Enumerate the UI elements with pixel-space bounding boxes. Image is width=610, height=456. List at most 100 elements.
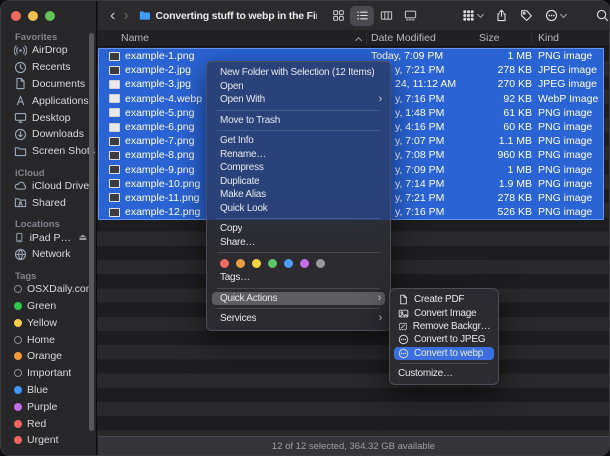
menu-item-quick-actions[interactable]: Quick Actions›: [212, 292, 385, 306]
sidebar-item-network[interactable]: Network: [1, 246, 96, 263]
file-name: example-7.png: [125, 135, 194, 147]
file-kind: PNG image: [532, 192, 592, 204]
minimize-button[interactable]: [28, 11, 38, 21]
menu-item-rename[interactable]: Rename…: [207, 148, 390, 162]
file-kind: JPEG image: [532, 78, 597, 90]
submenu-item-customize[interactable]: Customize…: [390, 367, 498, 380]
sidebar-item-green[interactable]: Green: [1, 298, 96, 315]
menu-item-services[interactable]: Services›: [207, 312, 390, 326]
tag-color-dot[interactable]: [268, 259, 277, 268]
sidebar-scrollbar[interactable]: [89, 33, 94, 431]
back-button[interactable]: ‹: [106, 8, 119, 24]
search-button[interactable]: [596, 9, 609, 22]
file-kind: PNG image: [532, 107, 592, 119]
sidebar-item-ipad-pro-11[interactable]: iPad Pro 11⏏: [1, 229, 96, 246]
file-name: example-10.png: [125, 178, 200, 190]
menu-item-tags[interactable]: Tags…: [207, 271, 390, 285]
menu-item-copy[interactable]: Copy: [207, 222, 390, 236]
desktop-icon: [14, 111, 27, 124]
menu-item-label: Compress: [220, 162, 264, 173]
tag-icon: [520, 9, 533, 22]
globe-icon: [14, 248, 27, 261]
submenu-item-create-pdf[interactable]: Create PDF: [390, 293, 498, 306]
submenu-item-remove-background[interactable]: Remove Background: [390, 320, 498, 333]
column-header-size[interactable]: Size: [466, 33, 531, 44]
group-button[interactable]: [462, 9, 483, 22]
file-kind: PNG image: [532, 206, 592, 218]
menu-item-open-with[interactable]: Open With›: [207, 93, 390, 107]
close-button[interactable]: [11, 11, 21, 21]
sidebar-item-applications[interactable]: Applications: [1, 92, 96, 109]
file-kind: PNG image: [532, 135, 592, 147]
sidebar-item-urgent[interactable]: Urgent: [1, 432, 96, 449]
sidebar-item-airdrop[interactable]: AirDrop: [1, 42, 96, 59]
sidebar-item-shared[interactable]: Shared: [1, 194, 96, 211]
context-menu: New Folder with Selection (12 Items)Open…: [206, 61, 391, 331]
sidebar-item-recents[interactable]: Recents: [1, 59, 96, 76]
tag-dot-icon: [14, 302, 22, 310]
zoom-button[interactable]: [45, 11, 55, 21]
menu-item-duplicate[interactable]: Duplicate: [207, 175, 390, 189]
menu-item-new-folder-with-selection-12-items[interactable]: New Folder with Selection (12 Items): [207, 66, 390, 80]
sidebar-item-orange[interactable]: Orange: [1, 348, 96, 365]
icons-view-button[interactable]: [326, 6, 350, 26]
list-view-button[interactable]: [350, 6, 374, 26]
circle-ellipsis-icon: [398, 334, 409, 345]
file-name: example-3.jpg: [125, 78, 191, 90]
convert-image-icon: [398, 308, 409, 319]
menu-item-make-alias[interactable]: Make Alias: [207, 188, 390, 202]
circle-ellipsis-icon: [398, 348, 409, 359]
menu-item-label: Move to Trash: [220, 115, 280, 126]
sidebar-item-osxdaily-com[interactable]: OSXDaily.com: [1, 281, 96, 298]
file-name: example-5.png: [125, 107, 194, 119]
file-name: example-2.jpg: [125, 64, 191, 76]
sidebar-item-red[interactable]: Red: [1, 415, 96, 432]
column-header-kind[interactable]: Kind: [531, 33, 559, 44]
submenu-item-convert-to-webp[interactable]: Convert to webp: [394, 347, 494, 360]
tag-color-dot[interactable]: [252, 259, 261, 268]
menu-separator: [217, 288, 380, 289]
sidebar-item-icloud-drive[interactable]: iCloud Drive: [1, 178, 96, 195]
submenu-item-convert-to-jpeg[interactable]: Convert to JPEG: [390, 333, 498, 346]
sidebar-item-downloads[interactable]: Downloads: [1, 126, 96, 143]
sidebar-item-home[interactable]: Home: [1, 331, 96, 348]
circle-ellipsis-button[interactable]: [545, 9, 566, 22]
share-button[interactable]: [495, 9, 508, 22]
sidebar-item-documents[interactable]: Documents: [1, 76, 96, 93]
sidebar-item-important[interactable]: Important: [1, 365, 96, 382]
submenu-item-convert-image[interactable]: Convert Image: [390, 306, 498, 319]
sidebar-item-label: Documents: [32, 78, 85, 90]
file-size: 960 KB: [467, 149, 532, 161]
file-size: 61 KB: [467, 107, 532, 119]
applications-icon: [14, 94, 27, 107]
tag-color-dot[interactable]: [284, 259, 293, 268]
toolbar-actions: [462, 9, 609, 22]
sidebar-item-yellow[interactable]: Yellow: [1, 314, 96, 331]
tag-color-dot[interactable]: [316, 259, 325, 268]
menu-item-compress[interactable]: Compress: [207, 161, 390, 175]
forward-button[interactable]: ›: [119, 8, 132, 24]
sidebar-item-desktop[interactable]: Desktop: [1, 109, 96, 126]
tag-color-dot[interactable]: [220, 259, 229, 268]
tag-color-dot[interactable]: [300, 259, 309, 268]
column-header-date-modified[interactable]: Date Modified: [366, 33, 466, 44]
column-header-name[interactable]: Name: [98, 32, 366, 44]
tag-color-dot[interactable]: [236, 259, 245, 268]
tag-button[interactable]: [520, 9, 533, 22]
file-name: example-1.png: [125, 50, 194, 62]
group-icon: [462, 9, 475, 22]
columns-view-button[interactable]: [374, 6, 398, 26]
menu-item-get-info[interactable]: Get Info: [207, 134, 390, 148]
menu-item-quick-look[interactable]: Quick Look: [207, 202, 390, 216]
menu-item-label: Open: [220, 81, 243, 92]
file-kind: PNG image: [532, 50, 592, 62]
file-size: 1 MB: [467, 50, 532, 62]
sidebar-item-screen-shots[interactable]: Screen Shots: [1, 143, 96, 160]
sidebar-item-purple[interactable]: Purple: [1, 398, 96, 415]
menu-item-share[interactable]: Share…: [207, 236, 390, 250]
sidebar-item-blue[interactable]: Blue: [1, 382, 96, 399]
gallery-view-button[interactable]: [398, 6, 422, 26]
menu-item-move-to-trash[interactable]: Move to Trash: [207, 114, 390, 128]
menu-item-open[interactable]: Open: [207, 80, 390, 94]
sidebar-item-label: iPad Pro 11: [30, 232, 74, 244]
